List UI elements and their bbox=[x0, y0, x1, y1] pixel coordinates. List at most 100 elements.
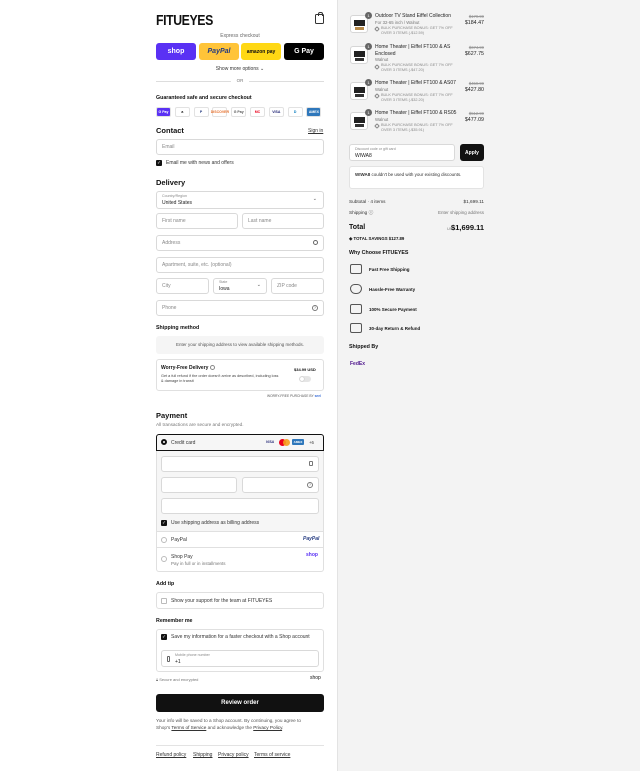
last-name-field[interactable]: Last name bbox=[242, 213, 324, 229]
lock-icon bbox=[309, 461, 313, 466]
why-item-secure: 100% Secure Payment bbox=[350, 304, 417, 314]
seel-logo: seel bbox=[314, 394, 321, 398]
mobile-phone-value: +1 bbox=[175, 659, 181, 665]
truck-icon bbox=[350, 264, 362, 274]
help-icon[interactable]: ? bbox=[307, 482, 313, 488]
shop-pay-radio[interactable] bbox=[161, 556, 167, 562]
address-field[interactable]: Address bbox=[156, 235, 324, 251]
quantity-badge: 1 bbox=[365, 43, 372, 50]
zip-field[interactable]: ZIP code bbox=[271, 278, 324, 294]
remember-title: Remember me bbox=[156, 618, 193, 624]
credit-card-radio[interactable] bbox=[161, 439, 167, 445]
first-name-field[interactable]: First name bbox=[156, 213, 238, 229]
why-choose-title: Why Choose FITUEYES bbox=[349, 250, 409, 256]
mobile-phone-field[interactable]: Mobile phone number +1 bbox=[161, 650, 319, 667]
quantity-badge: 1 bbox=[365, 12, 372, 19]
shop-pay-button[interactable]: shop bbox=[156, 43, 196, 60]
subtotal-label: Subtotal · 4 items bbox=[349, 199, 386, 204]
item-price: $184.47 bbox=[464, 20, 484, 26]
show-more-options[interactable]: Show more options ⌄ bbox=[156, 66, 324, 72]
city-field[interactable]: City bbox=[156, 278, 209, 294]
secure-label: Secure and encrypted bbox=[159, 677, 199, 682]
save-info-checkbox[interactable]: ✓ bbox=[161, 634, 167, 640]
discount-code-field[interactable]: Discount code or gift card WIWA8 bbox=[349, 144, 455, 161]
zip-placeholder: ZIP code bbox=[277, 283, 297, 289]
security-code-field[interactable]: ? bbox=[242, 477, 319, 493]
help-icon[interactable]: ⓘ bbox=[369, 210, 374, 215]
divider bbox=[156, 81, 231, 82]
refund-policy-link[interactable]: Refund policy bbox=[156, 752, 186, 758]
country-label: Country/Region bbox=[162, 194, 187, 198]
worry-free-footer: WORRY-FREE PURCHASE BY seel bbox=[267, 394, 321, 398]
total-value: $1,699.11 bbox=[451, 223, 484, 232]
item-variant: For 32-65 inch / Walnut bbox=[375, 19, 420, 25]
item-original-price: $459.99 bbox=[468, 81, 484, 86]
contact-title: Contact bbox=[156, 126, 184, 135]
shipping-label: Shipping ⓘ bbox=[349, 210, 373, 216]
worry-free-footer-text: WORRY-FREE PURCHASE BY bbox=[267, 394, 314, 398]
amex-icon: AMEX bbox=[292, 439, 304, 445]
amazon-pay-button[interactable]: amazon pay bbox=[241, 43, 281, 60]
apartment-placeholder: Apartment, suite, etc. (optional) bbox=[162, 262, 232, 268]
total-label: Total bbox=[349, 224, 366, 231]
name-on-card-field[interactable] bbox=[161, 498, 319, 514]
last-name-placeholder: Last name bbox=[248, 218, 272, 224]
shopping-bag-icon[interactable] bbox=[315, 12, 324, 24]
fedex-logo: FedEx bbox=[350, 361, 366, 367]
discount-error: WIWA8 couldn't be used with your existin… bbox=[349, 166, 484, 189]
mastercard-icon bbox=[279, 439, 290, 446]
item-price: $627.75 bbox=[464, 51, 484, 57]
payment-method-icon: G Pay bbox=[156, 107, 171, 117]
country-select[interactable]: Country/Region United States ⌄ bbox=[156, 191, 324, 209]
shop-pay-option[interactable] bbox=[156, 548, 324, 572]
chevron-down-icon: ⌄ bbox=[260, 66, 265, 72]
privacy-policy-link[interactable]: Privacy policy bbox=[218, 752, 249, 758]
discount-value: WIWA8 bbox=[355, 153, 372, 159]
shipping-value: Enter shipping address bbox=[437, 210, 484, 215]
terms-link[interactable]: Terms of Service bbox=[171, 725, 206, 730]
legal-text: Your info will be saved to a Shop accoun… bbox=[156, 717, 326, 731]
shipping-link[interactable]: Shipping bbox=[193, 752, 212, 758]
newsletter-checkbox[interactable]: ✓ bbox=[156, 160, 162, 166]
save-info-label: Save my information for a faster checkou… bbox=[171, 634, 310, 640]
review-order-button[interactable]: Review order bbox=[156, 694, 324, 712]
legal-line-1: Your info will be saved to a Shop accoun… bbox=[156, 718, 301, 723]
phone-field[interactable]: Phone ? bbox=[156, 300, 324, 316]
phone-icon bbox=[167, 656, 170, 662]
payment-method-icon: AMEX bbox=[306, 107, 322, 117]
payment-method-icon: a bbox=[174, 107, 190, 117]
paypal-label: PayPal bbox=[207, 48, 231, 55]
country-value: United States bbox=[162, 200, 193, 206]
tip-label: Show your support for the team at FITUEY… bbox=[171, 598, 273, 604]
address-placeholder: Address bbox=[162, 240, 181, 246]
city-placeholder: City bbox=[162, 283, 171, 289]
privacy-link[interactable]: Privacy Policy bbox=[253, 725, 282, 730]
apartment-field[interactable]: Apartment, suite, etc. (optional) bbox=[156, 257, 324, 273]
card-number-field[interactable] bbox=[161, 456, 319, 472]
help-icon[interactable]: ? bbox=[312, 305, 318, 311]
terms-of-service-link[interactable]: Terms of service bbox=[254, 752, 290, 758]
item-variant: Walnut bbox=[375, 57, 389, 62]
billing-same-checkbox[interactable]: ✓ bbox=[161, 520, 167, 526]
item-price: $427.80 bbox=[464, 87, 484, 93]
brand-logo[interactable]: FITUEYES bbox=[156, 12, 213, 29]
paypal-button[interactable]: PayPal bbox=[199, 43, 239, 60]
expiry-field[interactable] bbox=[161, 477, 237, 493]
tip-checkbox[interactable] bbox=[161, 598, 167, 604]
apply-button[interactable]: Apply bbox=[460, 144, 484, 161]
worry-free-price: $34.99 USD bbox=[294, 367, 316, 372]
state-select[interactable]: State Iowa ⌄ bbox=[213, 278, 267, 294]
worry-free-desc: Get a full refund if the order doesn't a… bbox=[161, 374, 279, 383]
worry-free-toggle[interactable] bbox=[299, 376, 311, 382]
item-bonus: BULK PURCHASE BONUS: GET 7% OFF OVER 3 I… bbox=[381, 92, 453, 102]
total-savings: ◈ TOTAL SAVINGS $127.89 bbox=[349, 236, 404, 242]
email-field[interactable]: Email bbox=[156, 139, 324, 155]
info-icon[interactable] bbox=[210, 365, 215, 370]
google-pay-button[interactable]: G Pay bbox=[284, 43, 324, 60]
legal-line-2: Shop's Terms of Service and acknowledge … bbox=[156, 724, 326, 731]
payment-method-icon: G Pay bbox=[231, 107, 247, 117]
shipping-label-text: Shipping bbox=[349, 210, 368, 215]
sign-in-link[interactable]: Sign in bbox=[308, 128, 323, 134]
paypal-radio[interactable] bbox=[161, 537, 167, 543]
shipping-method-note: Enter your shipping address to view avai… bbox=[156, 336, 324, 354]
